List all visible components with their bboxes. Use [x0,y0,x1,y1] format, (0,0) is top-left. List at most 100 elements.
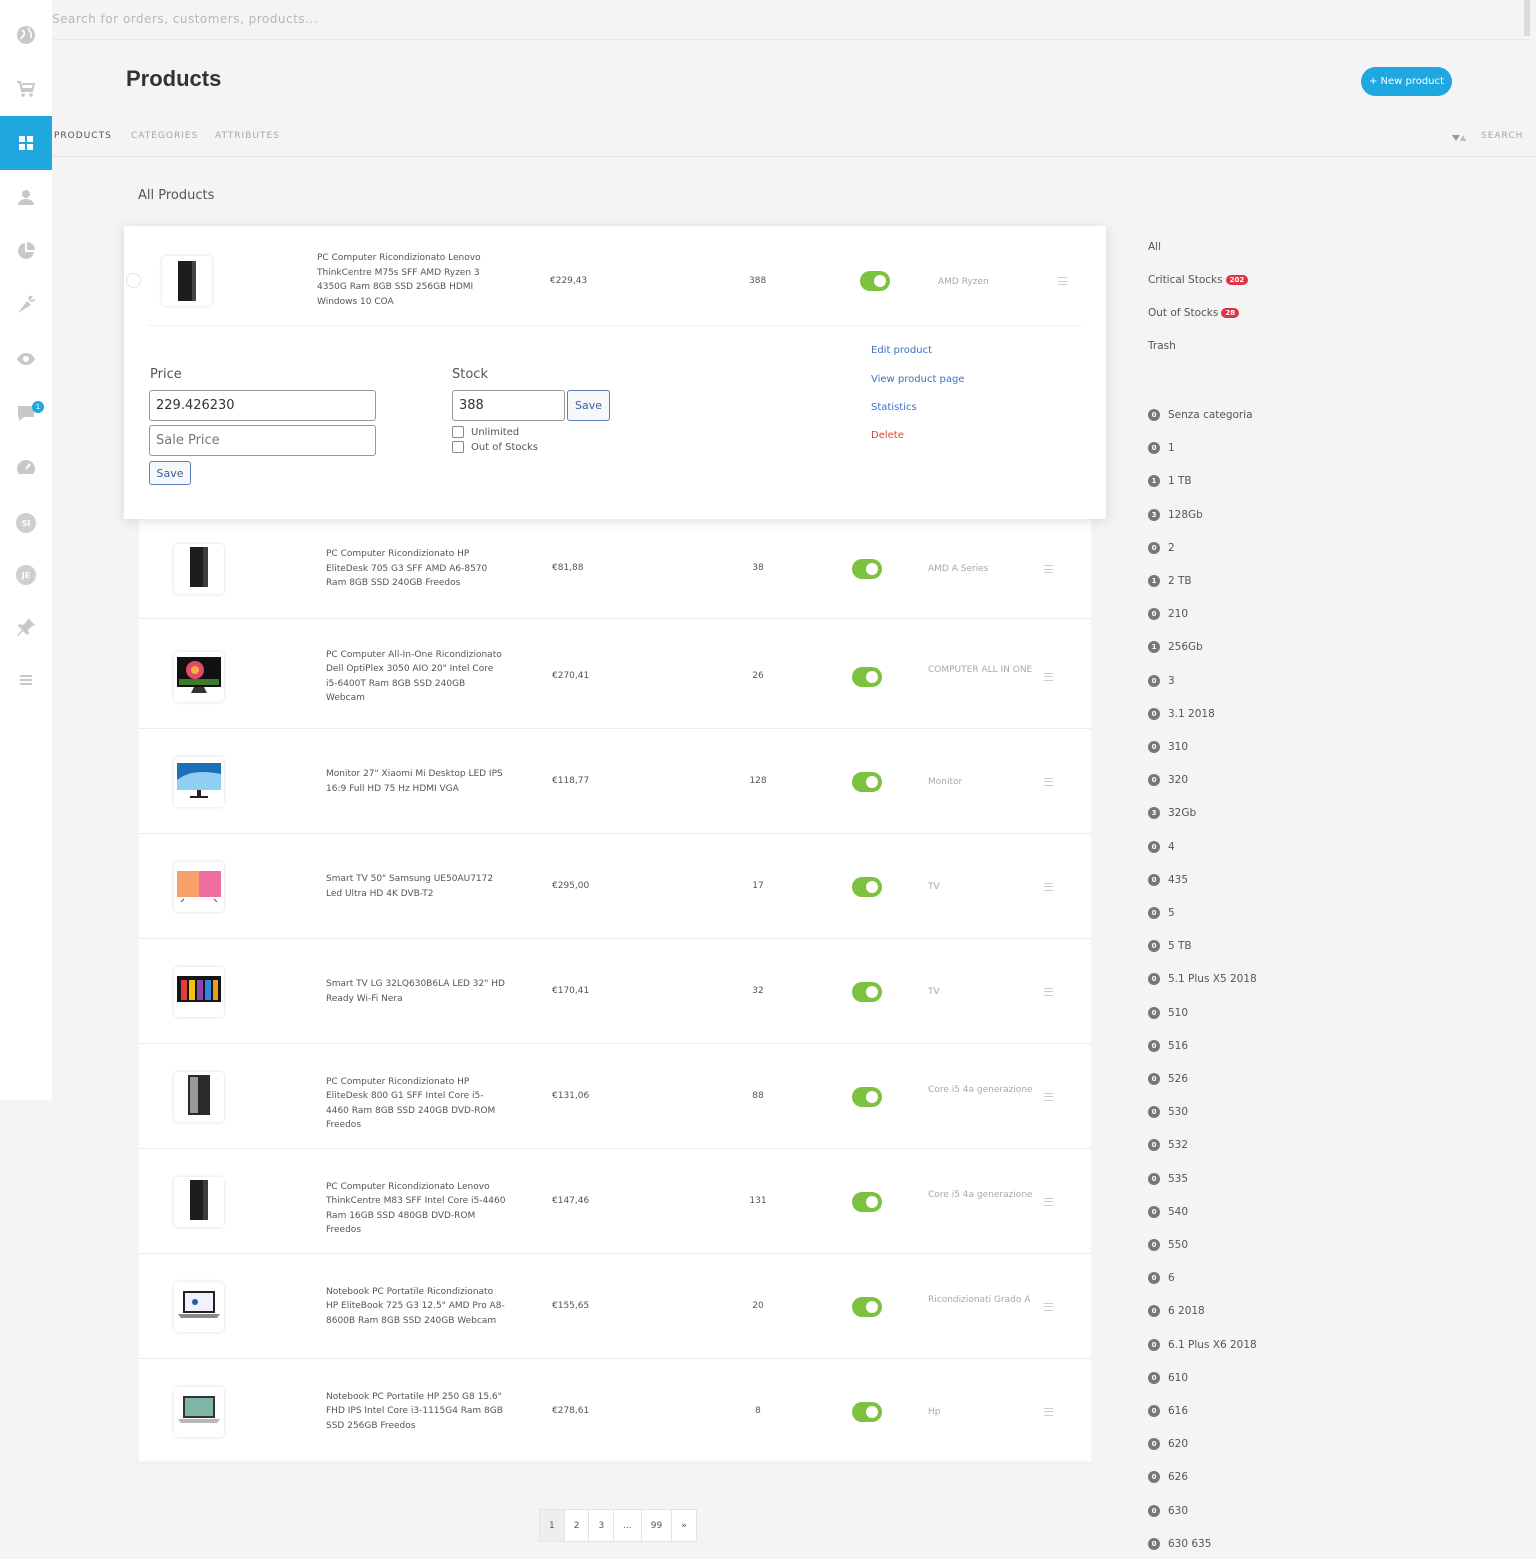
price-save-button[interactable]: Save [149,461,191,485]
sidebar-item-reports[interactable] [0,224,52,278]
table-row[interactable]: PC Computer Ricondizionato HP EliteDesk … [139,519,1091,619]
product-name[interactable]: Monitor 27" Xiaomi Mi Desktop LED IPS 16… [326,767,506,796]
category-filter-item[interactable]: 3 128Gb [1148,508,1203,521]
publish-toggle[interactable] [852,1296,882,1317]
view-product-page-link[interactable]: View product page [871,374,965,385]
stock-save-button[interactable]: Save [567,390,610,421]
publish-toggle[interactable] [852,666,882,687]
category-filter-item[interactable]: 0 210 [1148,608,1188,621]
sidebar-item-products[interactable] [0,116,52,170]
publish-toggle[interactable] [860,271,890,291]
category-filter-item[interactable]: 1 2 TB [1148,575,1192,587]
product-thumbnail[interactable] [174,544,224,594]
category-filter-item[interactable]: 1 256Gb [1148,641,1203,654]
category-filter-item[interactable]: 0 510 [1148,1006,1188,1019]
filter-critical-stocks[interactable]: Critical Stocks 202 [1148,274,1249,286]
sidebar-item-customers[interactable] [0,170,52,224]
product-thumbnail[interactable] [174,1176,224,1227]
drag-handle-icon[interactable] [1044,565,1053,573]
product-name[interactable]: PC Computer Ricondizionato HP EliteDesk … [326,547,506,591]
edit-product-link[interactable]: Edit product [871,345,932,356]
table-row[interactable]: Notebook PC Portatile HP 250 G8 15.6" FH… [139,1359,1091,1464]
category-filter-item[interactable]: 02 [1148,541,1175,554]
price-field[interactable] [149,390,376,421]
sidebar-item-globe[interactable] [0,8,52,62]
page-button[interactable]: ... [613,1509,642,1542]
product-name[interactable]: Smart TV 50" Samsung UE50AU7172 Led Ultr… [326,872,506,901]
publish-toggle[interactable] [852,1191,882,1212]
category-filter-item[interactable]: 0 550 [1148,1239,1188,1251]
tab-categories[interactable]: CATEGORIES [131,131,198,141]
sidebar-item-marketing[interactable] [0,278,52,332]
table-row[interactable]: PC Computer Ricondizionato HP EliteDesk … [139,1044,1091,1149]
scrollbar[interactable] [1524,0,1530,36]
table-row[interactable]: Monitor 27" Xiaomi Mi Desktop LED IPS 16… [139,729,1091,834]
category-filter-item[interactable]: 0 526 [1148,1073,1188,1085]
product-thumbnail[interactable] [174,1071,224,1122]
drag-handle-icon[interactable] [1058,277,1067,285]
product-thumbnail[interactable] [162,256,212,306]
product-thumbnail[interactable] [174,756,224,807]
sidebar-item-orders[interactable] [0,62,52,116]
product-thumbnail[interactable] [174,966,224,1017]
drag-handle-icon[interactable] [1044,1197,1053,1206]
publish-toggle[interactable] [852,1401,882,1422]
product-thumbnail[interactable] [174,651,224,702]
category-filter-item[interactable]: 0 530 [1148,1106,1188,1119]
category-filter-item[interactable]: 0 6 2018 [1148,1305,1205,1318]
page-button[interactable]: 99 [640,1509,673,1542]
product-name[interactable]: Notebook PC Portatile Ricondizionato HP … [326,1285,506,1329]
product-name[interactable]: PC Computer Ricondizionato Lenovo ThinkC… [317,251,497,309]
tab-products[interactable]: PRODUCTS [54,131,112,141]
sidebar-item-messages[interactable]: 1 [0,386,52,440]
checkbox[interactable] [452,426,464,438]
category-filter-item[interactable]: 0 626 [1148,1471,1188,1484]
publish-toggle[interactable] [852,559,882,579]
drag-handle-icon[interactable] [1044,882,1053,891]
select-radio[interactable] [126,273,141,288]
sidebar-item-user-je[interactable]: JE [0,548,52,602]
page-button[interactable]: 1 [539,1509,565,1542]
delete-link[interactable]: Delete [871,430,904,441]
category-filter-item[interactable]: 0 3.1 2018 [1148,707,1215,720]
drag-handle-icon[interactable] [1044,1092,1053,1101]
sidebar-item-user-si[interactable]: SI [0,496,52,550]
drag-handle-icon[interactable] [1044,1302,1053,1311]
page-button[interactable]: 3 [588,1509,615,1542]
category-filter-item[interactable]: 01 [1148,442,1175,455]
product-name[interactable]: PC Computer Ricondizionato Lenovo ThinkC… [326,1180,506,1238]
product-name[interactable]: Smart TV LG 32LQ630B6LA LED 32" HD Ready… [326,977,506,1006]
category-filter-item[interactable]: 03 [1148,674,1175,687]
sidebar-item-dashboard[interactable] [0,440,52,494]
sort-filter-icon[interactable] [1452,132,1466,142]
table-row[interactable]: PC Computer Ricondizionato Lenovo ThinkC… [139,1149,1091,1254]
category-filter-item[interactable]: 0 630 [1148,1504,1188,1517]
table-row[interactable]: Smart TV LG 32LQ630B6LA LED 32" HD Ready… [139,939,1091,1044]
product-thumbnail[interactable] [174,861,224,912]
category-filter-item[interactable]: 1 1 TB [1148,475,1192,488]
category-filter-item[interactable]: 3 32Gb [1148,807,1196,820]
sidebar-item-menu[interactable] [0,653,52,707]
sale-price-field[interactable] [149,425,376,456]
table-row[interactable]: PC Computer All-In-One Ricondizionato De… [139,624,1091,729]
category-filter-item[interactable]: 0 435 [1148,873,1188,886]
sidebar-item-preview[interactable] [0,332,52,386]
category-filter-item[interactable]: 0 532 [1148,1139,1188,1152]
drag-handle-icon[interactable] [1044,987,1053,996]
product-name[interactable]: PC Computer Ricondizionato HP EliteDesk … [326,1075,506,1133]
product-thumbnail[interactable] [174,1281,224,1332]
page-button[interactable]: 2 [563,1509,590,1542]
category-filter-item[interactable]: 0 5.1 Plus X5 2018 [1148,973,1257,986]
product-name[interactable]: Notebook PC Portatile HP 250 G8 15.6" FH… [326,1390,506,1434]
category-filter-item[interactable]: 0 5 TB [1148,940,1192,953]
checkbox[interactable] [452,441,464,453]
drag-handle-icon[interactable] [1044,777,1053,786]
drag-handle-icon[interactable] [1044,1407,1053,1416]
filter-trash[interactable]: Trash [1148,340,1176,352]
category-filter-item[interactable]: 0 616 [1148,1405,1188,1417]
statistics-link[interactable]: Statistics [871,402,917,413]
out-of-stocks-checkbox[interactable]: Out of Stocks [452,441,538,453]
filter-out-of-stocks[interactable]: Out of Stocks 28 [1148,307,1240,319]
tab-attributes[interactable]: ATTRIBUTES [215,131,280,141]
category-filter-item[interactable]: 04 [1148,840,1175,853]
